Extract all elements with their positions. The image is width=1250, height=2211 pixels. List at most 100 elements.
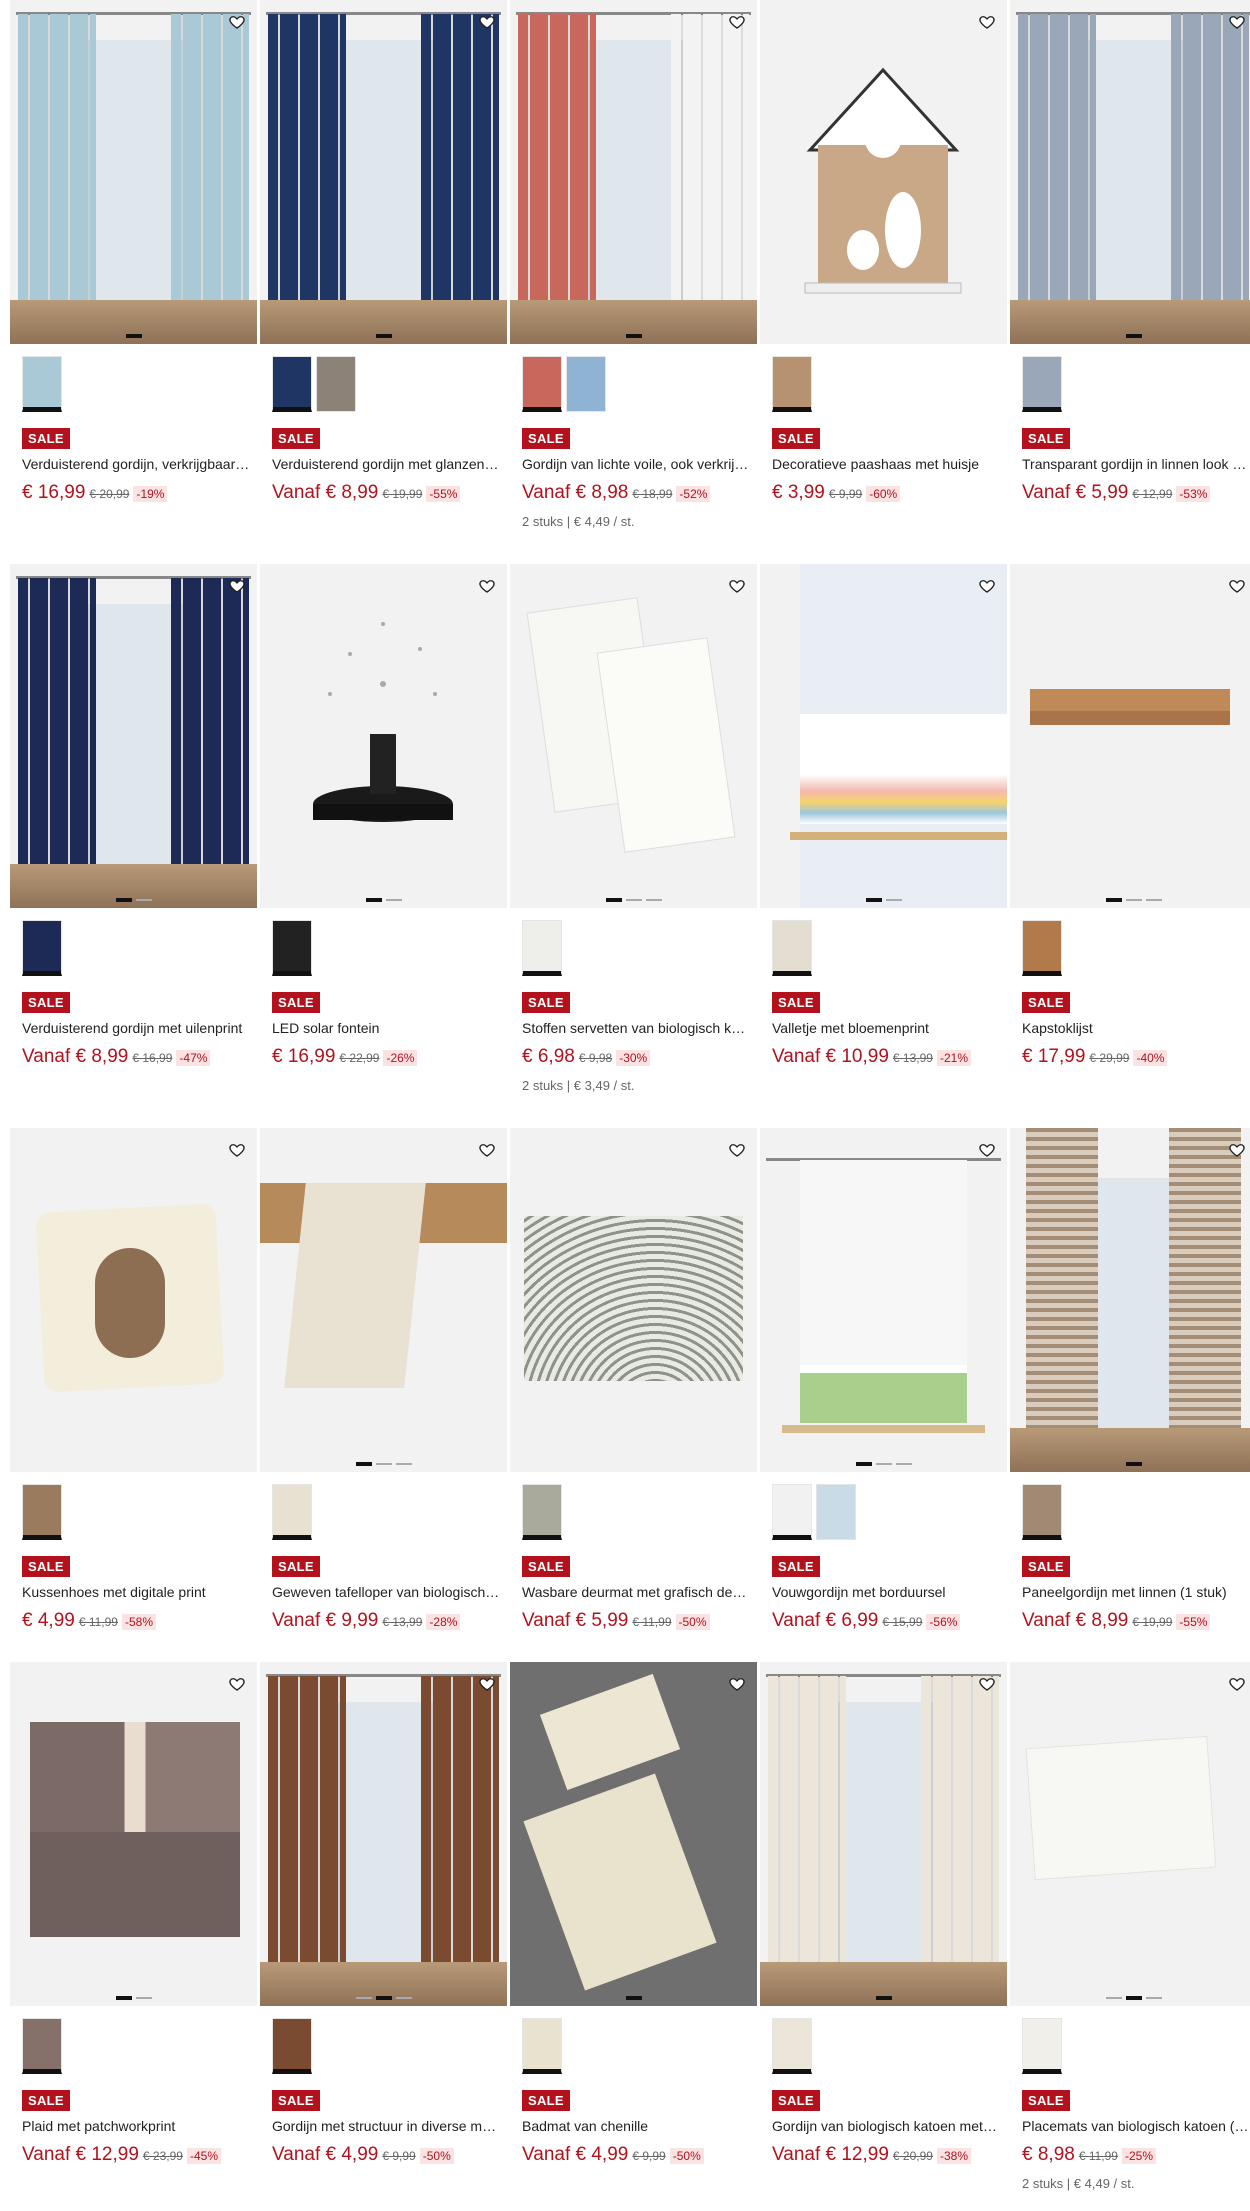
- color-swatch[interactable]: [272, 2018, 312, 2074]
- product-title[interactable]: Gordijn van biologisch katoen met ophang…: [772, 2118, 1000, 2134]
- color-swatch[interactable]: [22, 356, 62, 412]
- color-swatch[interactable]: [816, 1484, 856, 1540]
- carousel-dot[interactable]: [895, 1463, 912, 1465]
- product-image[interactable]: [10, 0, 257, 344]
- wishlist-heart-icon[interactable]: [1227, 1674, 1247, 1694]
- product-title[interactable]: Wasbare deurmat met grafisch design: [522, 1584, 750, 1600]
- product-image[interactable]: [1010, 1662, 1250, 2006]
- carousel-dot[interactable]: [645, 899, 662, 901]
- color-swatch[interactable]: [1022, 2018, 1062, 2074]
- product-image[interactable]: [760, 1128, 1007, 1472]
- product-title[interactable]: Kapstoklijst: [1022, 1020, 1250, 1036]
- product-title[interactable]: Vouwgordijn met borduursel: [772, 1584, 1000, 1600]
- wishlist-heart-icon[interactable]: [727, 1140, 747, 1160]
- carousel-dot[interactable]: [365, 898, 382, 902]
- carousel-dot[interactable]: [625, 899, 642, 901]
- product-title[interactable]: Plaid met patchworkprint: [22, 2118, 250, 2134]
- product-image[interactable]: [260, 564, 507, 908]
- product-card[interactable]: SALE Valletje met bloemenprint Vanaf € 10,…: [760, 564, 1007, 1067]
- wishlist-heart-icon[interactable]: [727, 576, 747, 596]
- carousel-dot[interactable]: [865, 898, 882, 902]
- product-title[interactable]: Kussenhoes met digitale print: [22, 1584, 250, 1600]
- product-image[interactable]: [510, 1662, 757, 2006]
- carousel-dot[interactable]: [375, 1463, 392, 1465]
- wishlist-heart-icon[interactable]: [1227, 576, 1247, 596]
- product-title[interactable]: Geweven tafelloper van biologisch katoen: [272, 1584, 500, 1600]
- product-title[interactable]: Verduisterend gordijn met glanzende prin…: [272, 456, 500, 472]
- color-swatch[interactable]: [522, 920, 562, 976]
- product-image[interactable]: [510, 1128, 757, 1472]
- carousel-dot[interactable]: [1105, 898, 1122, 902]
- carousel-dot[interactable]: [1125, 1462, 1142, 1466]
- product-image[interactable]: [1010, 0, 1250, 344]
- product-card[interactable]: SALE LED solar fontein € 16,99 € 22,99 -26%: [260, 564, 507, 1067]
- product-title[interactable]: LED solar fontein: [272, 1020, 500, 1036]
- carousel-dot[interactable]: [355, 1997, 372, 1999]
- wishlist-heart-icon[interactable]: [477, 576, 497, 596]
- color-swatch[interactable]: [22, 1484, 62, 1540]
- carousel-dot[interactable]: [1125, 899, 1142, 901]
- product-card[interactable]: SALE Gordijn van lichte voile, ook verkri…: [510, 0, 757, 529]
- color-swatch[interactable]: [22, 920, 62, 976]
- color-swatch[interactable]: [272, 1484, 312, 1540]
- color-swatch[interactable]: [22, 2018, 62, 2074]
- product-card[interactable]: SALE Verduisterend gordijn met glanzende …: [260, 0, 507, 503]
- color-swatch[interactable]: [772, 920, 812, 976]
- carousel-dot[interactable]: [875, 1996, 892, 2000]
- product-card[interactable]: SALE Stoffen servetten van biologisch kat…: [510, 564, 757, 1093]
- product-card[interactable]: SALE Verduisterend gordijn, verkrijgbaar …: [10, 0, 257, 503]
- wishlist-heart-icon[interactable]: [727, 1674, 747, 1694]
- color-swatch[interactable]: [522, 1484, 562, 1540]
- color-swatch[interactable]: [772, 1484, 812, 1540]
- wishlist-heart-icon[interactable]: [477, 1140, 497, 1160]
- product-card[interactable]: SALE Verduisterend gordijn met uilenprint…: [10, 564, 257, 1067]
- color-swatch[interactable]: [772, 356, 812, 412]
- carousel-dot[interactable]: [375, 1996, 392, 2000]
- product-image[interactable]: [10, 1662, 257, 2006]
- carousel-dot[interactable]: [1125, 334, 1142, 338]
- product-card[interactable]: SALE Geweven tafelloper van biologisch ka…: [260, 1128, 507, 1631]
- color-swatch[interactable]: [522, 2018, 562, 2074]
- product-title[interactable]: Badmat van chenille: [522, 2118, 750, 2134]
- carousel-dot[interactable]: [395, 1997, 412, 1999]
- carousel-dot[interactable]: [1145, 899, 1162, 901]
- product-card[interactable]: SALE Kussenhoes met digitale print € 4,99 €…: [10, 1128, 257, 1631]
- carousel-dot[interactable]: [355, 1462, 372, 1466]
- product-title[interactable]: Verduisterend gordijn met uilenprint: [22, 1020, 250, 1036]
- product-image[interactable]: [760, 1662, 1007, 2006]
- carousel-dot[interactable]: [605, 898, 622, 902]
- product-image[interactable]: [10, 564, 257, 908]
- product-card[interactable]: SALE Vouwgordijn met borduursel Vanaf € 6,…: [760, 1128, 1007, 1631]
- carousel-dot[interactable]: [1145, 1997, 1162, 1999]
- color-swatch[interactable]: [1022, 1484, 1062, 1540]
- carousel-dot[interactable]: [625, 1996, 642, 2000]
- product-image[interactable]: [760, 564, 1007, 908]
- carousel-dot[interactable]: [135, 1997, 152, 1999]
- product-card[interactable]: SALE Gordijn met structuur in diverse mat…: [260, 1662, 507, 2165]
- color-swatch[interactable]: [772, 2018, 812, 2074]
- product-title[interactable]: Decoratieve paashaas met huisje: [772, 456, 1000, 472]
- product-image[interactable]: [260, 1662, 507, 2006]
- wishlist-heart-icon[interactable]: [477, 1674, 497, 1694]
- product-image[interactable]: [260, 0, 507, 344]
- wishlist-heart-icon[interactable]: [1227, 1140, 1247, 1160]
- product-card[interactable]: SALE Wasbare deurmat met grafisch design V…: [510, 1128, 757, 1631]
- wishlist-heart-icon[interactable]: [1227, 12, 1247, 32]
- color-swatch[interactable]: [272, 356, 312, 412]
- product-image[interactable]: [1010, 564, 1250, 908]
- product-card[interactable]: SALE Plaid met patchworkprint Vanaf € 12,9…: [10, 1662, 257, 2165]
- product-title[interactable]: Paneelgordijn met linnen (1 stuk): [1022, 1584, 1250, 1600]
- product-image[interactable]: [10, 1128, 257, 1472]
- carousel-dot[interactable]: [395, 1463, 412, 1465]
- product-title[interactable]: Valletje met bloemenprint: [772, 1020, 1000, 1036]
- wishlist-heart-icon[interactable]: [977, 1140, 997, 1160]
- product-title[interactable]: Stoffen servetten van biologisch katoen …: [522, 1020, 750, 1036]
- product-card[interactable]: SALE Transparant gordijn in linnen look m…: [1010, 0, 1250, 503]
- color-swatch[interactable]: [316, 356, 356, 412]
- color-swatch[interactable]: [1022, 920, 1062, 976]
- carousel-dot[interactable]: [1105, 1997, 1122, 1999]
- product-title[interactable]: Placemats van biologisch katoen (2 stuks…: [1022, 2118, 1250, 2134]
- color-swatch[interactable]: [272, 920, 312, 976]
- carousel-dot[interactable]: [875, 1463, 892, 1465]
- color-swatch[interactable]: [1022, 356, 1062, 412]
